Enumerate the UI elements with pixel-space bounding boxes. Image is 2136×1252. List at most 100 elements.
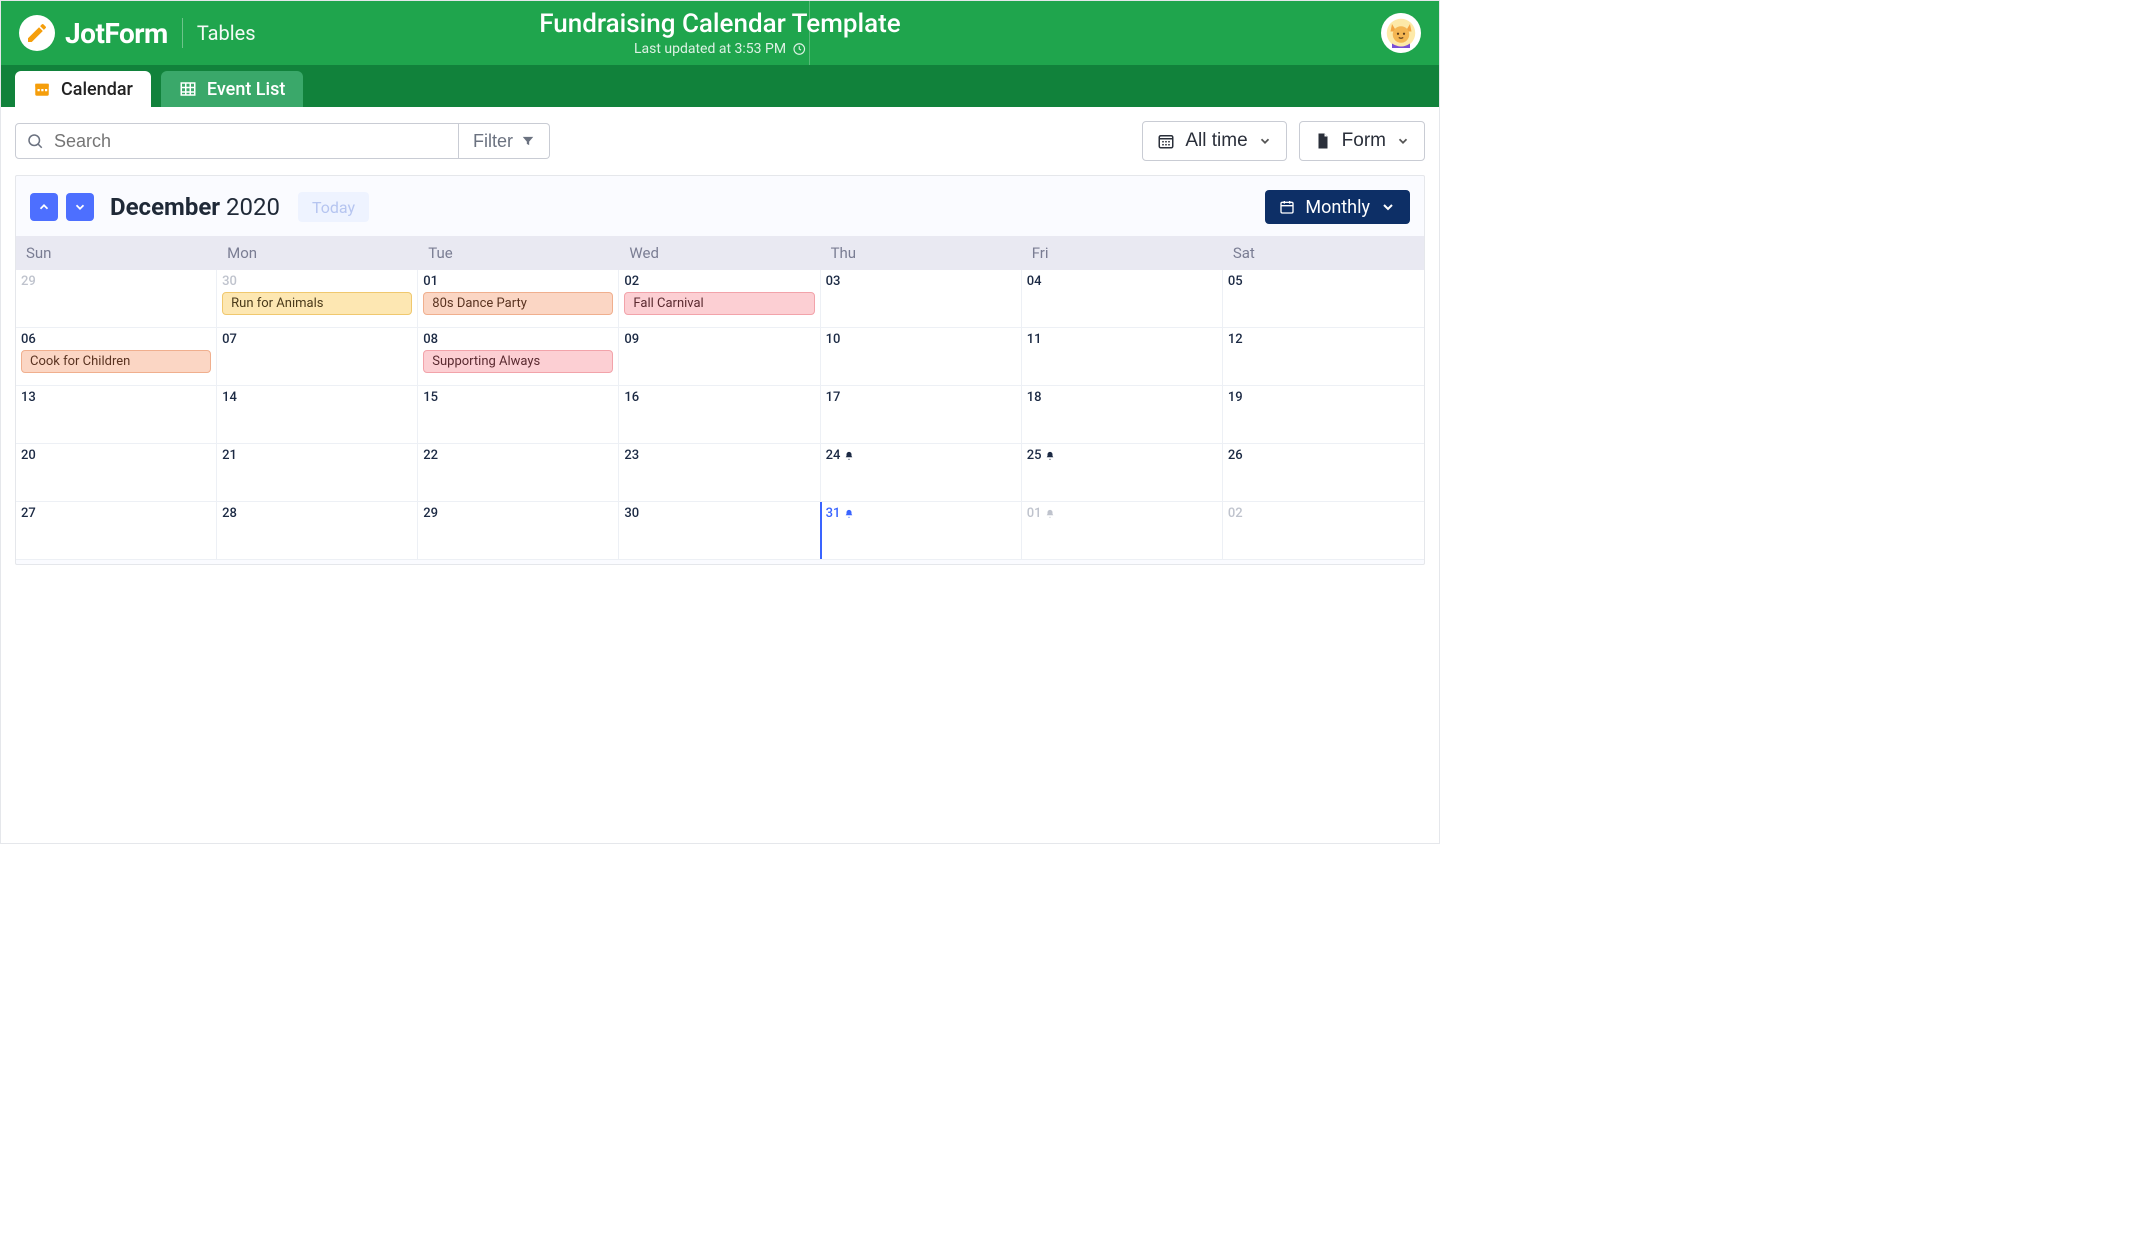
calendar-cell[interactable]: 25 — [1022, 444, 1223, 502]
date-number: 31 — [826, 506, 1016, 521]
calendar-cell[interactable]: 26 — [1223, 444, 1424, 502]
calendar-cell[interactable]: 04 — [1022, 270, 1223, 328]
calendar-cell[interactable]: 03 — [821, 270, 1022, 328]
last-updated-text: Last updated at 3:53 PM — [634, 41, 786, 57]
search-icon — [26, 132, 44, 150]
tab-label: Calendar — [61, 79, 133, 100]
date-number: 11 — [1027, 332, 1217, 347]
calendar-event[interactable]: Cook for Children — [21, 350, 211, 373]
calendar-cell[interactable]: 16 — [619, 386, 820, 444]
date-number: 30 — [624, 506, 814, 521]
view-mode-label: Monthly — [1305, 197, 1370, 218]
date-number: 03 — [826, 274, 1016, 289]
brand-logo[interactable]: JotForm — [19, 15, 168, 51]
calendar-cell[interactable]: 28 — [217, 502, 418, 560]
tab-calendar[interactable]: Calendar — [15, 71, 151, 107]
date-number: 06 — [21, 332, 211, 347]
calendar-event[interactable]: Run for Animals — [222, 292, 412, 315]
date-number: 29 — [423, 506, 613, 521]
calendar-cell[interactable]: 07 — [217, 328, 418, 386]
date-number: 28 — [222, 506, 412, 521]
calendar-event[interactable]: Fall Carnival — [624, 292, 814, 315]
date-number: 24 — [826, 448, 1016, 463]
calendar-cell[interactable]: 06 Cook for Children — [16, 328, 217, 386]
date-number: 19 — [1228, 390, 1419, 405]
calendar-cell[interactable]: 29 — [16, 270, 217, 328]
weekday-label: Wed — [619, 236, 820, 270]
weekday-label: Mon — [217, 236, 418, 270]
search-field[interactable] — [15, 123, 459, 159]
date-number: 13 — [21, 390, 211, 405]
calendar-icon — [1279, 199, 1295, 215]
calendar-cell[interactable]: 14 — [217, 386, 418, 444]
calendar-cell[interactable]: 01 — [1022, 502, 1223, 560]
calendar-cell[interactable]: 30 — [619, 502, 820, 560]
calendar-cell[interactable]: 17 — [821, 386, 1022, 444]
calendar-cell[interactable]: 02 — [1223, 502, 1424, 560]
date-number: 30 — [222, 274, 412, 289]
date-number: 20 — [21, 448, 211, 463]
filter-button[interactable]: Filter — [459, 123, 550, 159]
date-number: 08 — [423, 332, 613, 347]
calendar-icon — [33, 80, 51, 98]
document-icon — [1314, 132, 1332, 150]
filter-label: Filter — [473, 131, 513, 152]
calendar-panel: December 2020 Today Monthly SunMonTueWed… — [15, 175, 1425, 565]
date-number: 18 — [1027, 390, 1217, 405]
chevron-down-icon — [1258, 134, 1272, 148]
timerange-button[interactable]: All time — [1142, 121, 1286, 161]
calendar-cell[interactable]: 29 — [418, 502, 619, 560]
calendar-cell[interactable]: 23 — [619, 444, 820, 502]
calendar-cell[interactable]: 19 — [1223, 386, 1424, 444]
calendar-cell[interactable]: 09 — [619, 328, 820, 386]
form-button[interactable]: Form — [1299, 121, 1425, 161]
calendar-cell[interactable]: 24 — [821, 444, 1022, 502]
date-number: 17 — [826, 390, 1016, 405]
calendar-event[interactable]: Supporting Always — [423, 350, 613, 373]
calendar-cell[interactable]: 02Fall Carnival — [619, 270, 820, 328]
weekday-header: SunMonTueWedThuFriSat — [16, 236, 1424, 270]
calendar-cell[interactable]: 11 — [1022, 328, 1223, 386]
calendar-cell[interactable]: 08 Supporting Always — [418, 328, 619, 386]
calendar-cell[interactable]: 20 — [16, 444, 217, 502]
form-label: Form — [1342, 130, 1386, 152]
date-number: 23 — [624, 448, 814, 463]
calendar-cell[interactable]: 15 — [418, 386, 619, 444]
section-label[interactable]: Tables — [197, 21, 256, 45]
toolbar: Filter All time Form — [1, 107, 1439, 161]
calendar-cell[interactable]: 10 — [821, 328, 1022, 386]
date-number: 09 — [624, 332, 814, 347]
calendar-cell[interactable]: 05 — [1223, 270, 1424, 328]
calendar-cell[interactable]: 01 80s Dance Party — [418, 270, 619, 328]
prev-month-button[interactable] — [30, 193, 58, 221]
tab-event-list[interactable]: Event List — [161, 71, 303, 107]
date-number: 04 — [1027, 274, 1217, 289]
grid-icon — [179, 80, 197, 98]
calendar-cell[interactable]: 30 Run for Animals — [217, 270, 418, 328]
divider — [182, 18, 183, 48]
tab-label: Event List — [207, 79, 285, 100]
calendar-grid: 2930Run for Animals0180s Dance Party02Fa… — [16, 270, 1424, 560]
year-label: 2020 — [226, 193, 280, 221]
calendar-cell[interactable]: 13 — [16, 386, 217, 444]
user-avatar[interactable] — [1381, 13, 1421, 53]
calendar-event[interactable]: 80s Dance Party — [423, 292, 613, 315]
document-title[interactable]: Fundraising Calendar Template — [539, 9, 900, 39]
search-input[interactable] — [54, 131, 458, 152]
calendar-cell[interactable]: 12 — [1223, 328, 1424, 386]
next-month-button[interactable] — [66, 193, 94, 221]
date-number: 02 — [1228, 506, 1419, 521]
calendar-cell[interactable]: 31 — [821, 502, 1022, 560]
date-number: 01 — [423, 274, 613, 289]
timerange-label: All time — [1185, 130, 1247, 152]
today-button[interactable]: Today — [298, 192, 369, 222]
today-marker — [820, 502, 822, 559]
view-mode-button[interactable]: Monthly — [1265, 190, 1410, 224]
calendar-cell[interactable]: 22 — [418, 444, 619, 502]
calendar-cell[interactable]: 27 — [16, 502, 217, 560]
calendar-cell[interactable]: 18 — [1022, 386, 1223, 444]
weekday-label: Sun — [16, 236, 217, 270]
app-header: JotForm Tables Fundraising Calendar Temp… — [1, 1, 1439, 65]
calendar-cell[interactable]: 21 — [217, 444, 418, 502]
date-number: 16 — [624, 390, 814, 405]
